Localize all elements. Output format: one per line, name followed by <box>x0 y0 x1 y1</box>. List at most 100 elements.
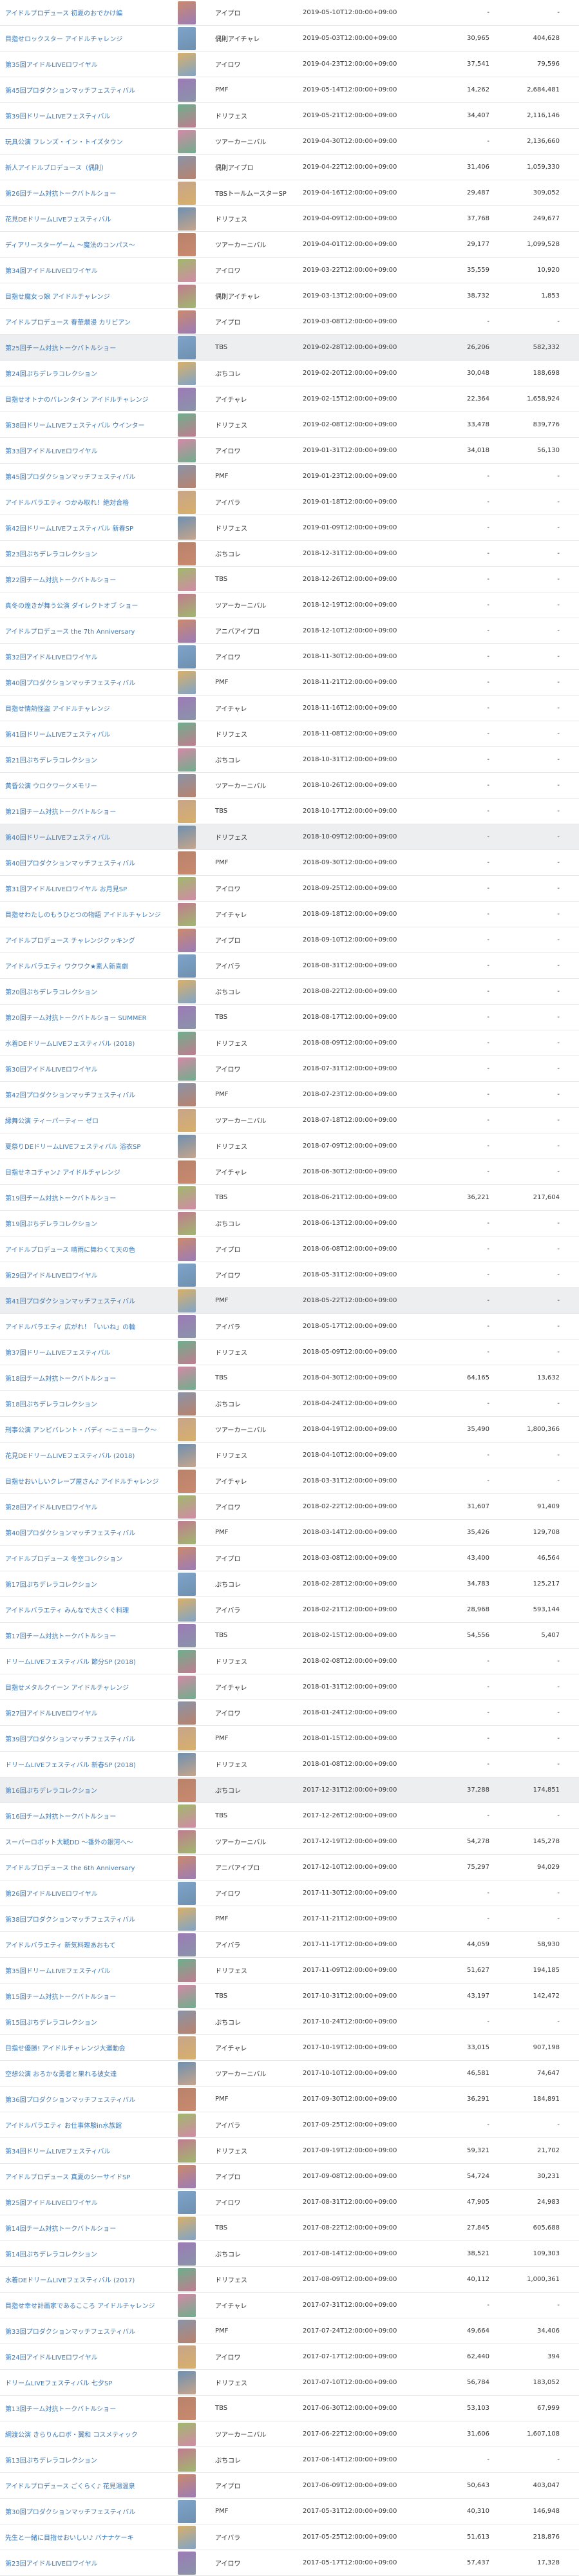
event-name-link[interactable]: 第40回ドリームLIVEフェスティバル <box>0 832 161 842</box>
event-name-link[interactable]: 刑事公演 アンビバレント・バディ ～ニューヨーク～ <box>0 1425 161 1434</box>
event-name-link[interactable]: 真冬の煌きが舞う公演 ダイレクトオブ ショー <box>0 600 161 610</box>
event-name-link[interactable]: 第15回ぷちデレラコレクション <box>0 2017 161 2027</box>
event-name-link[interactable]: ドリームLIVEフェスティバル 新春SP (2018) <box>0 1759 161 1769</box>
event-name-link[interactable]: 第35回アイドルLIVEロワイヤル <box>0 59 161 69</box>
event-name-link[interactable]: 第34回アイドルLIVEロワイヤル <box>0 265 161 275</box>
event-name-link[interactable]: 第21回チーム対抗トークバトルショー <box>0 806 161 816</box>
event-name-link[interactable]: 夏祭りDEドリームLIVEフェスティバル 浴衣SP <box>0 1141 161 1151</box>
event-name-link[interactable]: 第37回ドリームLIVEフェスティバル <box>0 1347 161 1357</box>
event-name-link[interactable]: 第24回アイドルLIVEロワイヤル <box>0 2352 161 2362</box>
event-name-link[interactable]: 玩具公演 フレンズ・イン・トイズタウン <box>0 137 161 146</box>
event-name-link[interactable]: 第36回プロダクションマッチフェスティバル <box>0 2094 161 2104</box>
event-name-link[interactable]: 第45回プロダクションマッチフェスティバル <box>0 471 161 481</box>
event-name-link[interactable]: 第33回プロダクションマッチフェスティバル <box>0 2326 161 2336</box>
event-name-link[interactable]: 第24回ぷちデレラコレクション <box>0 368 161 378</box>
event-name-link[interactable]: 目指せ魔女っ娘 アイドルチャレンジ <box>0 291 161 301</box>
event-name-link[interactable]: 第26回チーム対抗トークバトルショー <box>0 188 161 198</box>
event-name-link[interactable]: 第22回チーム対抗トークバトルショー <box>0 574 161 584</box>
event-name-link[interactable]: アイドルプロデュース 冬空コレクション <box>0 1553 161 1563</box>
event-name-link[interactable]: 水着DEドリームLIVEフェスティバル (2018) <box>0 1038 161 1048</box>
event-name-link[interactable]: 第41回ドリームLIVEフェスティバル <box>0 729 161 739</box>
event-name-link[interactable]: 第42回ドリームLIVEフェスティバル 新春SP <box>0 523 161 533</box>
event-name-link[interactable]: 第34回ドリームLIVEフェスティバル <box>0 2146 161 2155</box>
event-name-link[interactable]: 目指せおいしいクレープ屋さん♪ アイドルチャレンジ <box>0 1476 161 1486</box>
event-name-link[interactable]: 目指せわたしのもうひとつの物語 アイドルチャレンジ <box>0 909 161 919</box>
event-name-link[interactable]: 黄昏公演 ウロクワークメモリー <box>0 781 161 790</box>
event-name-link[interactable]: 先生と一緒に目指せおいしい♪ バナナケーキ <box>0 2532 161 2542</box>
event-name-link[interactable]: 第17回チーム対抗トークバトルショー <box>0 1631 161 1640</box>
event-name-link[interactable]: 第39回プロダクションマッチフェスティバル <box>0 1734 161 1743</box>
event-name-link[interactable]: 水着DEドリームLIVEフェスティバル (2017) <box>0 2275 161 2284</box>
event-name-link[interactable]: 目指せネコチャン♪ アイドルチャレンジ <box>0 1167 161 1177</box>
event-name-link[interactable]: 第41回プロダクションマッチフェスティバル <box>0 1296 161 1305</box>
event-name-link[interactable]: 第19回ぷちデレラコレクション <box>0 1218 161 1228</box>
event-name-link[interactable]: ドリームLIVEフェスティバル 七夕SP <box>0 2378 161 2387</box>
event-name-link[interactable]: 目指せ情熱怪盗 アイドルチャレンジ <box>0 703 161 713</box>
event-name-link[interactable]: 花見DEドリームLIVEフェスティバル (2018) <box>0 1450 161 1460</box>
event-name-link[interactable]: 第40回プロダクションマッチフェスティバル <box>0 677 161 687</box>
event-name-link[interactable]: 第33回アイドルLIVEロワイヤル <box>0 446 161 455</box>
event-name-link[interactable]: 第42回プロダクションマッチフェスティバル <box>0 1090 161 1099</box>
event-name-link[interactable]: 第30回アイドルLIVEロワイヤル <box>0 1064 161 1074</box>
event-name-link[interactable]: アイドルプロデュース 真夏のシーサイドSP <box>0 2172 161 2181</box>
event-name-link[interactable]: 新人アイドルプロデュース（偶則） <box>0 162 161 172</box>
event-name-link[interactable]: 第40回プロダクションマッチフェスティバル <box>0 858 161 867</box>
event-name-link[interactable]: 第35回ドリームLIVEフェスティバル <box>0 1965 161 1975</box>
event-name-link[interactable]: アイドルバラエティ つかみ取れ！絶対合格 <box>0 497 161 507</box>
event-name-link[interactable]: 花見DEドリームLIVEフェスティバル <box>0 214 161 223</box>
event-name-link[interactable]: 第27回アイドルLIVEロワイヤル <box>0 1708 161 1718</box>
event-name-link[interactable]: 第16回ぷちデレラコレクション <box>0 1785 161 1795</box>
event-name-link[interactable]: アイドルバラエティ ワクワク★素人新喜劇 <box>0 961 161 971</box>
event-name-link[interactable]: 第38回プロダクションマッチフェスティバル <box>0 1914 161 1924</box>
event-name-link[interactable]: アイドルプロデュース the 6th Anniversary <box>0 1862 161 1872</box>
event-name-link[interactable]: 目指せロックスター アイドルチャレンジ <box>0 33 161 43</box>
event-name-link[interactable]: 第29回アイドルLIVEロワイヤル <box>0 1270 161 1280</box>
event-name-link[interactable]: アイドルプロデュース 春華爛漫 カリビアン <box>0 317 161 327</box>
event-name-link[interactable]: 第14回ぷちデレラコレクション <box>0 2249 161 2259</box>
event-name-link[interactable]: アイドルプロデュース the 7th Anniversary <box>0 626 161 636</box>
event-name-link[interactable]: 目指せオトナのバレンタイン アイドルチャレンジ <box>0 394 161 404</box>
event-name-link[interactable]: 第26回アイドルLIVEロワイヤル <box>0 1888 161 1898</box>
event-name-link[interactable]: アイドルプロデュース ごくらく♪ 花見湯温泉 <box>0 2481 161 2490</box>
event-name-link[interactable]: 第25回チーム対抗トークバトルショー <box>0 343 161 352</box>
event-name-link[interactable]: 第18回チーム対抗トークバトルショー <box>0 1373 161 1383</box>
event-name-link[interactable]: アイドルバラエティ みんなで大さくぐ料理 <box>0 1605 161 1615</box>
event-name-link[interactable]: 第32回アイドルLIVEロワイヤル <box>0 652 161 661</box>
event-name-link[interactable]: 第31回アイドルLIVEロワイヤル お月見SP <box>0 884 161 893</box>
event-name-link[interactable]: 綱渡公演 きらりんロボ・翼和 コスメティック <box>0 2429 161 2439</box>
event-name-link[interactable]: 第38回ドリームLIVEフェスティバル ウインター <box>0 420 161 430</box>
event-name-link[interactable]: アイドルプロデュース 初夏のおでかけ編 <box>0 8 161 17</box>
event-name-link[interactable]: 第23回ぷちデレラコレクション <box>0 549 161 558</box>
event-name-link[interactable]: 空想公演 おろかな勇者と果れる彼女達 <box>0 2069 161 2078</box>
event-name-link[interactable]: 第39回ドリームLIVEフェスティバル <box>0 111 161 120</box>
event-name-link[interactable]: アイドルプロデュース チャレンジクッキング <box>0 935 161 945</box>
event-name-link[interactable]: 第17回ぷちデレラコレクション <box>0 1579 161 1589</box>
event-name-link[interactable]: ディアリースターゲーム ～魔法のコンパス～ <box>0 240 161 249</box>
event-name-link[interactable]: 第28回アイドルLIVEロワイヤル <box>0 1502 161 1511</box>
event-name-link[interactable]: 第18回ぷちデレラコレクション <box>0 1399 161 1408</box>
event-name-link[interactable]: 第20回チーム対抗トークバトルショー SUMMER <box>0 1012 161 1022</box>
event-name-link[interactable]: スーパーロボット大戦DD ～番外の銀河へ～ <box>0 1837 161 1846</box>
event-name-link[interactable]: アイドルバラエティ お仕事体験in水族館 <box>0 2120 161 2130</box>
event-name-link[interactable]: 目指せ幸せ計画家であるこころ アイドルチャレンジ <box>0 2300 161 2310</box>
event-name-link[interactable]: ドリームLIVEフェスティバル 節分SP (2018) <box>0 1656 161 1666</box>
event-name-link[interactable]: 第45回プロダクションマッチフェスティバル <box>0 85 161 95</box>
event-name-link[interactable]: 第21回ぷちデレラコレクション <box>0 755 161 764</box>
event-name-link[interactable]: 第15回チーム対抗トークバトルショー <box>0 1991 161 2001</box>
event-name-link[interactable]: 第23回アイドルLIVEロワイヤル <box>0 2558 161 2568</box>
event-name-link[interactable]: 第20回ぷちデレラコレクション <box>0 987 161 996</box>
event-name-link[interactable]: アイドルプロデュース 晴雨に舞わくて天の色 <box>0 1244 161 1254</box>
event-name-link[interactable]: 第13回チーム対抗トークバトルショー <box>0 2403 161 2413</box>
event-name-link[interactable]: 第25回アイドルLIVEロワイヤル <box>0 2197 161 2207</box>
event-name-link[interactable]: 第16回チーム対抗トークバトルショー <box>0 1811 161 1821</box>
event-name-link[interactable]: アイドルバラエティ 新気料理あおもて <box>0 1940 161 1949</box>
event-name-link[interactable]: 目指せ優勝! アイドルチャレンジ大運動会 <box>0 2043 161 2052</box>
event-name-link[interactable]: 第30回プロダクションマッチフェスティバル <box>0 2506 161 2516</box>
event-name-link[interactable]: 第14回チーム対抗トークバトルショー <box>0 2223 161 2233</box>
event-name-link[interactable]: 第19回チーム対抗トークバトルショー <box>0 1193 161 1202</box>
event-name-link[interactable]: 第40回プロダクションマッチフェスティバル <box>0 1528 161 1537</box>
event-name-link[interactable]: 目指せメタルクイーン アイドルチャレンジ <box>0 1682 161 1692</box>
event-name-link[interactable]: 縁舞公演 ティーパーティー ゼロ <box>0 1115 161 1125</box>
event-name-link[interactable]: 第13回ぷちデレラコレクション <box>0 2455 161 2465</box>
event-name-link[interactable]: アイドルバラエティ 広がれ！「いいね」の輪 <box>0 1321 161 1331</box>
